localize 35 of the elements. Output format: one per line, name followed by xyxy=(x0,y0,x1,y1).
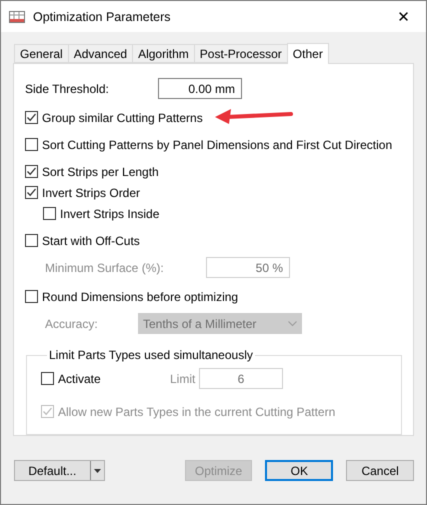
tab[interactable]: General xyxy=(14,44,69,63)
checkbox-label: Start with Off-Cuts xyxy=(42,234,140,248)
checkbox-label: Invert Strips Order xyxy=(42,186,140,200)
checkbox[interactable] xyxy=(25,138,38,151)
checkbox[interactable] xyxy=(25,234,38,247)
field-label: Side Threshold: xyxy=(25,82,110,96)
group-title: Limit Parts Types used simultaneously xyxy=(48,348,254,362)
tab[interactable]: Algorithm xyxy=(132,44,195,63)
checkbox[interactable] xyxy=(41,372,54,385)
checkbox-label: Activate xyxy=(58,372,102,386)
dialog-button[interactable]: OK xyxy=(265,460,334,481)
field-label: Limit xyxy=(170,372,195,386)
checkbox-label: Round Dimensions before optimizing xyxy=(42,290,238,304)
checkbox-label: Sort Strips per Length xyxy=(42,164,159,178)
field-label: Minimum Surface (%): xyxy=(45,260,165,274)
app-icon xyxy=(9,10,25,22)
window-title: Optimization Parameters xyxy=(33,10,172,24)
tab[interactable]: Post-Processor xyxy=(194,44,288,63)
tab[interactable]: Advanced xyxy=(68,44,134,63)
close-button[interactable]: ✕ xyxy=(381,1,426,32)
field-label: Accuracy: xyxy=(45,316,99,330)
checkbox-label: Group similar Cutting Patterns xyxy=(42,110,203,124)
checkbox[interactable] xyxy=(25,186,38,199)
checkbox-label: Sort Cutting Patterns by Panel Dimensions and First Cut Direction xyxy=(42,138,392,152)
checkbox[interactable] xyxy=(25,111,38,124)
checkbox[interactable] xyxy=(25,290,38,303)
chevron-down-icon xyxy=(288,320,297,326)
dialog-button[interactable]: Cancel xyxy=(346,460,414,481)
checkbox[interactable] xyxy=(25,165,38,178)
default-button[interactable]: Default... xyxy=(15,461,91,480)
checkbox-label: Invert Strips Inside xyxy=(60,206,160,220)
tab[interactable]: Other xyxy=(286,43,329,64)
checkbox[interactable] xyxy=(43,207,56,220)
checkbox-label: Allow new Parts Types in the current Cutting Pattern xyxy=(58,404,336,418)
input-field[interactable]: 0.00 mm xyxy=(158,78,242,99)
